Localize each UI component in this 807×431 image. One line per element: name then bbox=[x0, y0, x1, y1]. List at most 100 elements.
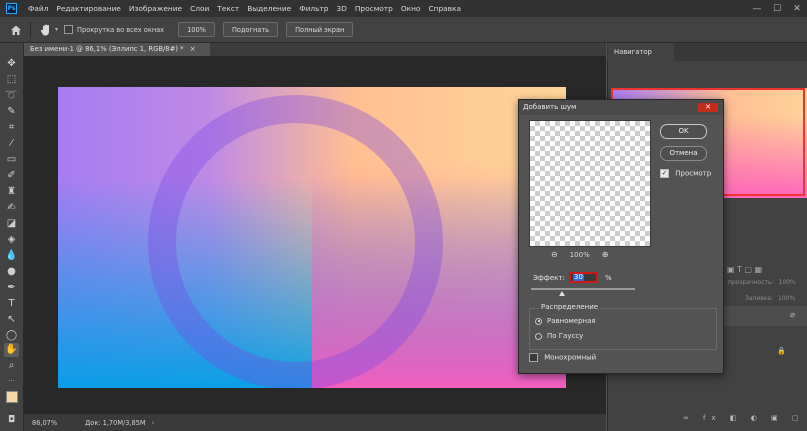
pen-tool-icon[interactable]: ✒ bbox=[4, 281, 19, 295]
stamp-tool-icon[interactable]: ♜ bbox=[4, 185, 19, 199]
gradient-tool-icon[interactable]: ◈ bbox=[4, 233, 19, 247]
opacity-value[interactable]: 100% bbox=[779, 279, 796, 286]
uniform-label: Равномерная bbox=[547, 317, 596, 325]
amount-value: 30 bbox=[573, 273, 584, 281]
type-tool-icon[interactable]: T bbox=[4, 297, 19, 311]
amount-unit: % bbox=[605, 274, 612, 282]
fill-label: Заливка: bbox=[745, 295, 774, 302]
zoom-tool-icon[interactable]: ⌕ bbox=[4, 359, 19, 373]
dialog-title: Добавить шум bbox=[523, 103, 577, 111]
ok-button[interactable]: OK bbox=[660, 124, 707, 139]
document-tab[interactable]: Без имени-1 @ 86,1% (Эллипс 1, RGB/8#) *… bbox=[24, 43, 210, 56]
move-tool-icon[interactable]: ✥ bbox=[4, 57, 19, 71]
layer-filter-icon[interactable]: ▣ T ▢ ▦ bbox=[727, 265, 762, 274]
menu-help[interactable]: Справка bbox=[424, 4, 465, 13]
add-noise-dialog: Добавить шум ✕ ⊖ 100% ⊕ OK Отмена ✓ Прос… bbox=[518, 99, 724, 374]
menu-view[interactable]: Просмотр bbox=[351, 4, 397, 13]
opacity-label: прозрачность: bbox=[728, 279, 774, 286]
home-icon[interactable] bbox=[10, 24, 22, 36]
zoom-out-icon[interactable]: ⊖ bbox=[551, 250, 558, 259]
dialog-close-button[interactable]: ✕ bbox=[698, 103, 718, 112]
document-tab-title: Без имени-1 @ 86,1% (Эллипс 1, RGB/8#) * bbox=[30, 45, 184, 53]
uniform-radio[interactable] bbox=[535, 317, 542, 325]
history-brush-icon[interactable]: ✍ bbox=[4, 201, 19, 215]
gaussian-radio[interactable] bbox=[535, 332, 542, 340]
scroll-all-windows-option[interactable]: Прокрутка во всех окнах bbox=[64, 25, 164, 34]
lasso-tool-icon[interactable]: ➰ bbox=[4, 89, 19, 103]
uniform-option[interactable]: Равномерная bbox=[535, 317, 596, 325]
ellipse-tool-icon[interactable]: ◯ bbox=[4, 329, 19, 343]
menu-select[interactable]: Выделение bbox=[243, 4, 295, 13]
menu-window[interactable]: Окно bbox=[397, 4, 425, 13]
ellipse-ring-shape bbox=[148, 95, 443, 388]
chevron-down-icon[interactable]: ▾ bbox=[55, 26, 58, 33]
amount-slider-handle[interactable] bbox=[559, 291, 566, 296]
preview-zoom-value: 100% bbox=[569, 250, 590, 259]
layers-bottom-icons[interactable]: ∞ fx ◧ ◐ ▣ ▢ 🗑 bbox=[683, 414, 807, 422]
amount-slider-track[interactable] bbox=[531, 288, 635, 290]
photoshop-logo: Ps bbox=[6, 3, 17, 14]
menu-3d[interactable]: 3D bbox=[332, 4, 350, 13]
minimize-button[interactable]: — bbox=[747, 4, 767, 14]
fill-screen-button[interactable]: Полный экран bbox=[286, 22, 354, 37]
menu-layers[interactable]: Слои bbox=[186, 4, 213, 13]
navigator-tab[interactable]: Навигатор bbox=[608, 43, 674, 61]
fit-screen-button[interactable]: Подогнать bbox=[222, 22, 279, 37]
preview-zoom-controls: ⊖ 100% ⊕ bbox=[551, 250, 608, 259]
monochromatic-checkbox[interactable] bbox=[529, 353, 538, 362]
distribution-group bbox=[529, 308, 717, 350]
preview-checkbox[interactable]: ✓ bbox=[660, 169, 669, 178]
maximize-button[interactable]: ☐ bbox=[767, 4, 787, 14]
dialog-title-bar[interactable]: Добавить шум bbox=[519, 100, 723, 115]
chevron-right-icon[interactable]: › bbox=[152, 419, 155, 427]
preview-label: Просмотр bbox=[675, 169, 712, 178]
link-icon[interactable]: ⌀ bbox=[790, 310, 795, 319]
edit-toolbar-icon[interactable]: ··· bbox=[4, 375, 19, 389]
layers-panel-row-icons: ▣ T ▢ ▦ bbox=[727, 265, 762, 274]
marquee-tool-icon[interactable]: ⬚ bbox=[4, 73, 19, 87]
scroll-all-label: Прокрутка во всех окнах bbox=[77, 25, 165, 34]
document-tab-close-icon[interactable]: × bbox=[190, 45, 196, 53]
menu-edit[interactable]: Редактирование bbox=[52, 4, 125, 13]
lock-icon: 🔒 bbox=[777, 347, 786, 355]
blur-tool-icon[interactable]: 💧 bbox=[4, 249, 19, 263]
quick-mask-icon[interactable]: ◘ bbox=[4, 413, 19, 427]
document-artwork[interactable] bbox=[58, 87, 566, 388]
scroll-all-checkbox[interactable] bbox=[64, 25, 74, 34]
fill-row: Заливка: 100% bbox=[745, 295, 795, 302]
monochromatic-option[interactable]: Монохромный bbox=[529, 353, 596, 362]
zoom-100-button[interactable]: 100% bbox=[178, 22, 215, 37]
eyedropper-tool-icon[interactable]: ⁄ bbox=[4, 137, 19, 151]
monochromatic-label: Монохромный bbox=[544, 353, 597, 362]
gaussian-option[interactable]: По Гауссу bbox=[535, 332, 583, 340]
menu-image[interactable]: Изображение bbox=[125, 4, 186, 13]
crop-tool-icon[interactable]: ⌗ bbox=[4, 121, 19, 135]
menu-text[interactable]: Текст bbox=[213, 4, 243, 13]
status-bar: 86,07% Док: 1,70M/3,85M › bbox=[24, 414, 606, 431]
brush-tool-icon[interactable]: ✐ bbox=[4, 169, 19, 183]
path-select-tool-icon[interactable]: ↖ bbox=[4, 313, 19, 327]
amount-label: Эффект: bbox=[533, 274, 565, 282]
healing-brush-icon[interactable]: ▭ bbox=[4, 153, 19, 167]
menu-file[interactable]: Файл bbox=[24, 4, 52, 13]
distribution-title: Распределение bbox=[539, 303, 601, 311]
hand-tool-icon[interactable]: ✋ bbox=[4, 343, 19, 357]
cancel-button[interactable]: Отмена bbox=[660, 146, 707, 161]
noise-preview[interactable] bbox=[529, 120, 651, 247]
eraser-tool-icon[interactable]: ◪ bbox=[4, 217, 19, 231]
hand-tool-icon[interactable] bbox=[39, 23, 53, 37]
amount-input[interactable]: 30 bbox=[569, 272, 598, 283]
doc-info: Док: 1,70M/3,85M bbox=[85, 418, 146, 427]
dodge-tool-icon[interactable]: ● bbox=[4, 265, 19, 279]
menu-filter[interactable]: Фильтр bbox=[295, 4, 332, 13]
zoom-in-icon[interactable]: ⊕ bbox=[602, 250, 609, 259]
close-window-button[interactable]: ✕ bbox=[787, 4, 807, 14]
zoom-level[interactable]: 86,07% bbox=[32, 419, 57, 427]
opacity-row: прозрачность: 100% bbox=[728, 279, 796, 286]
layer-row[interactable]: ⌀ bbox=[722, 306, 807, 326]
foreground-color-swatch[interactable] bbox=[6, 391, 18, 403]
preview-option[interactable]: ✓ Просмотр bbox=[660, 169, 711, 178]
quick-select-tool-icon[interactable]: ✎ bbox=[4, 105, 19, 119]
menu-bar: Ps Файл Редактирование Изображение Слои … bbox=[0, 0, 807, 17]
fill-value[interactable]: 100% bbox=[778, 295, 795, 302]
